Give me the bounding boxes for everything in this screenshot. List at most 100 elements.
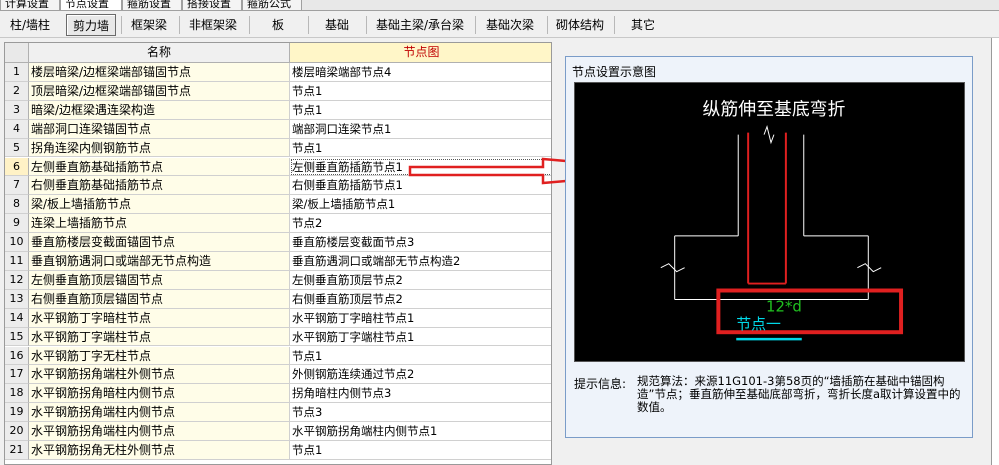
separator	[614, 16, 615, 34]
tab-node-settings[interactable]: 节点设置	[60, 0, 122, 10]
hint-label: 提示信息:	[574, 377, 627, 391]
row-number: 5	[5, 138, 29, 158]
table-row[interactable]: 19 水平钢筋拐角端柱内侧节点 节点3	[5, 403, 551, 423]
row-node-cell[interactable]: 端部洞口连梁节点1	[290, 119, 551, 139]
row-node-cell[interactable]: 水平钢筋丁字端柱节点1	[290, 327, 551, 347]
subtab-foundation-secondary-beam[interactable]: 基础次梁	[478, 14, 542, 36]
table-row[interactable]: 20 水平钢筋拐角端柱内侧节点 水平钢筋拐角端柱内侧节点1	[5, 422, 551, 441]
hint-text: 规范算法：来源11G101-3第58页的“墙插筋在基础中锚固构造”节点；垂直筋伸…	[637, 374, 961, 414]
panel-title: 节点设置示意图	[572, 65, 657, 79]
tab-stirrup-formula[interactable]: 箍筋公式	[242, 0, 302, 10]
row-number: 21	[5, 441, 29, 460]
row-number: 13	[5, 289, 29, 309]
row-number: 11	[5, 252, 29, 271]
table-row[interactable]: 3 暗梁/边框梁遇连梁构造 节点1	[5, 100, 551, 120]
row-node-cell[interactable]: 节点1	[290, 81, 551, 101]
table-row[interactable]: 15 水平钢筋丁字端柱节点 水平钢筋丁字端柱节点1	[5, 327, 551, 347]
row-name-cell: 水平钢筋丁字端柱节点	[29, 327, 290, 347]
row-name-cell: 垂直钢筋遇洞口或端部无节点构造	[29, 252, 290, 271]
subtab-masonry[interactable]: 砌体结构	[550, 14, 610, 36]
table-row[interactable]: 9 连梁上墙插筋节点 节点2	[5, 214, 551, 234]
row-number: 12	[5, 270, 29, 290]
tab-lap-settings[interactable]: 搭接设置	[182, 0, 242, 10]
top-tab-strip: 计算设置 节点设置 箍筋设置 搭接设置 箍筋公式	[0, 0, 999, 11]
row-name-cell: 右侧垂直筋顶层锚固节点	[29, 289, 290, 309]
column-header-name: 名称	[29, 43, 290, 63]
tab-calc-settings[interactable]: 计算设置	[0, 0, 60, 10]
separator	[249, 16, 250, 34]
row-name-cell: 垂直筋楼层变截面锚固节点	[29, 233, 290, 252]
subtab-shear-wall[interactable]: 剪力墙	[66, 14, 116, 36]
row-name-cell: 端部洞口连梁锚固节点	[29, 119, 290, 139]
row-node-cell[interactable]: 节点1	[290, 346, 551, 366]
row-number-header	[5, 43, 29, 63]
table-row[interactable]: 16 水平钢筋丁字无柱节点 节点1	[5, 346, 551, 366]
row-number: 4	[5, 119, 29, 139]
separator	[366, 16, 367, 34]
node-diagram: 纵筋伸至基底弯折 12*d 节点一	[574, 82, 965, 362]
diagram-node-label: 节点一	[736, 315, 781, 333]
subtab-column[interactable]: 柱/墙柱	[2, 14, 58, 36]
subtab-foundation[interactable]: 基础	[311, 14, 363, 36]
row-node-cell[interactable]: 垂直筋遇洞口或端部无节点构造2	[290, 252, 551, 271]
row-name-cell: 梁/板上墙插筋节点	[29, 195, 290, 215]
row-node-cell[interactable]: 梁/板上墙插筋节点1	[290, 195, 551, 215]
subtab-foundation-main-beam[interactable]: 基础主梁/承台梁	[369, 14, 471, 36]
row-node-cell[interactable]: 节点1	[290, 441, 551, 460]
row-name-cell: 水平钢筋拐角端柱外侧节点	[29, 365, 290, 385]
subtab-non-frame-beam[interactable]: 非框架梁	[182, 14, 244, 36]
row-node-cell[interactable]: 左侧垂直筋顶层节点2	[290, 270, 551, 290]
table-row[interactable]: 1 楼层暗梁/边框梁端部锚固节点 楼层暗梁端部节点4	[5, 63, 551, 82]
row-name-cell: 拐角连梁内侧钢筋节点	[29, 138, 290, 158]
row-node-cell[interactable]: 外侧钢筋连续通过节点2	[290, 365, 551, 385]
row-name-cell: 连梁上墙插筋节点	[29, 214, 290, 234]
row-node-cell[interactable]: 节点1	[290, 138, 551, 158]
row-node-cell[interactable]: 水平钢筋拐角端柱内侧节点1	[290, 422, 551, 441]
table-row[interactable]: 5 拐角连梁内侧钢筋节点 节点1	[5, 138, 551, 158]
table-row[interactable]: 14 水平钢筋丁字暗柱节点 水平钢筋丁字暗柱节点1	[5, 308, 551, 328]
table-row[interactable]: 12 左侧垂直筋顶层锚固节点 左侧垂直筋顶层节点2	[5, 270, 551, 290]
separator	[547, 16, 548, 34]
node-diagram-drawing: 纵筋伸至基底弯折 12*d 节点一	[660, 99, 904, 341]
row-number: 7	[5, 176, 29, 196]
row-number: 8	[5, 195, 29, 215]
row-number: 19	[5, 403, 29, 423]
table-row[interactable]: 13 右侧垂直筋顶层锚固节点 右侧垂直筋顶层节点2	[5, 289, 551, 309]
row-number: 15	[5, 327, 29, 347]
diagram-dimension-label: 12*d	[766, 297, 802, 315]
subtab-other[interactable]: 其它	[617, 14, 669, 36]
separator	[121, 16, 122, 34]
row-node-cell[interactable]: 节点2	[290, 214, 551, 234]
table-row[interactable]: 21 水平钢筋拐角无柱外侧节点 节点1	[5, 441, 551, 460]
row-name-cell: 水平钢筋丁字暗柱节点	[29, 308, 290, 328]
table-row[interactable]: 11 垂直钢筋遇洞口或端部无节点构造 垂直筋遇洞口或端部无节点构造2	[5, 252, 551, 271]
row-name-cell: 水平钢筋丁字无柱节点	[29, 346, 290, 366]
separator	[308, 16, 309, 34]
subtab-slab[interactable]: 板	[252, 14, 304, 36]
row-node-cell[interactable]: 节点1	[290, 100, 551, 120]
row-number: 2	[5, 81, 29, 101]
tab-stirrup-settings[interactable]: 箍筋设置	[122, 0, 182, 10]
table-row[interactable]: 4 端部洞口连梁锚固节点 端部洞口连梁节点1	[5, 119, 551, 139]
row-number: 1	[5, 63, 29, 82]
row-node-cell[interactable]: 水平钢筋丁字暗柱节点1	[290, 308, 551, 328]
table-row[interactable]: 10 垂直筋楼层变截面锚固节点 垂直筋楼层变截面节点3	[5, 233, 551, 252]
node-settings-grid: 名称 节点图 1 楼层暗梁/边框梁端部锚固节点 楼层暗梁端部节点4 2 顶层暗梁/边框梁…	[4, 42, 552, 465]
separator	[475, 16, 476, 34]
row-name-cell: 左侧垂直筋顶层锚固节点	[29, 270, 290, 290]
table-row[interactable]: 17 水平钢筋拐角端柱外侧节点 外侧钢筋连续通过节点2	[5, 365, 551, 385]
row-node-cell[interactable]: 右侧垂直筋顶层节点2	[290, 289, 551, 309]
table-row[interactable]: 18 水平钢筋拐角暗柱内侧节点 拐角暗柱内侧节点3	[5, 384, 551, 404]
subtab-frame-beam[interactable]: 框架梁	[124, 14, 174, 36]
table-row[interactable]: 2 顶层暗梁/边框梁端部锚固节点 节点1	[5, 81, 551, 101]
separator	[179, 16, 180, 34]
row-node-cell[interactable]: 楼层暗梁端部节点4	[290, 63, 551, 82]
row-node-cell[interactable]: 拐角暗柱内侧节点3	[290, 384, 551, 404]
row-node-cell[interactable]: 节点3	[290, 403, 551, 423]
row-name-cell: 水平钢筋拐角端柱内侧节点	[29, 422, 290, 441]
row-number: 9	[5, 214, 29, 234]
table-row[interactable]: 8 梁/板上墙插筋节点 梁/板上墙插筋节点1	[5, 195, 551, 215]
row-name-cell: 右侧垂直筋基础插筋节点	[29, 176, 290, 196]
row-node-cell[interactable]: 垂直筋楼层变截面节点3	[290, 233, 551, 252]
row-name-cell: 顶层暗梁/边框梁端部锚固节点	[29, 81, 290, 101]
